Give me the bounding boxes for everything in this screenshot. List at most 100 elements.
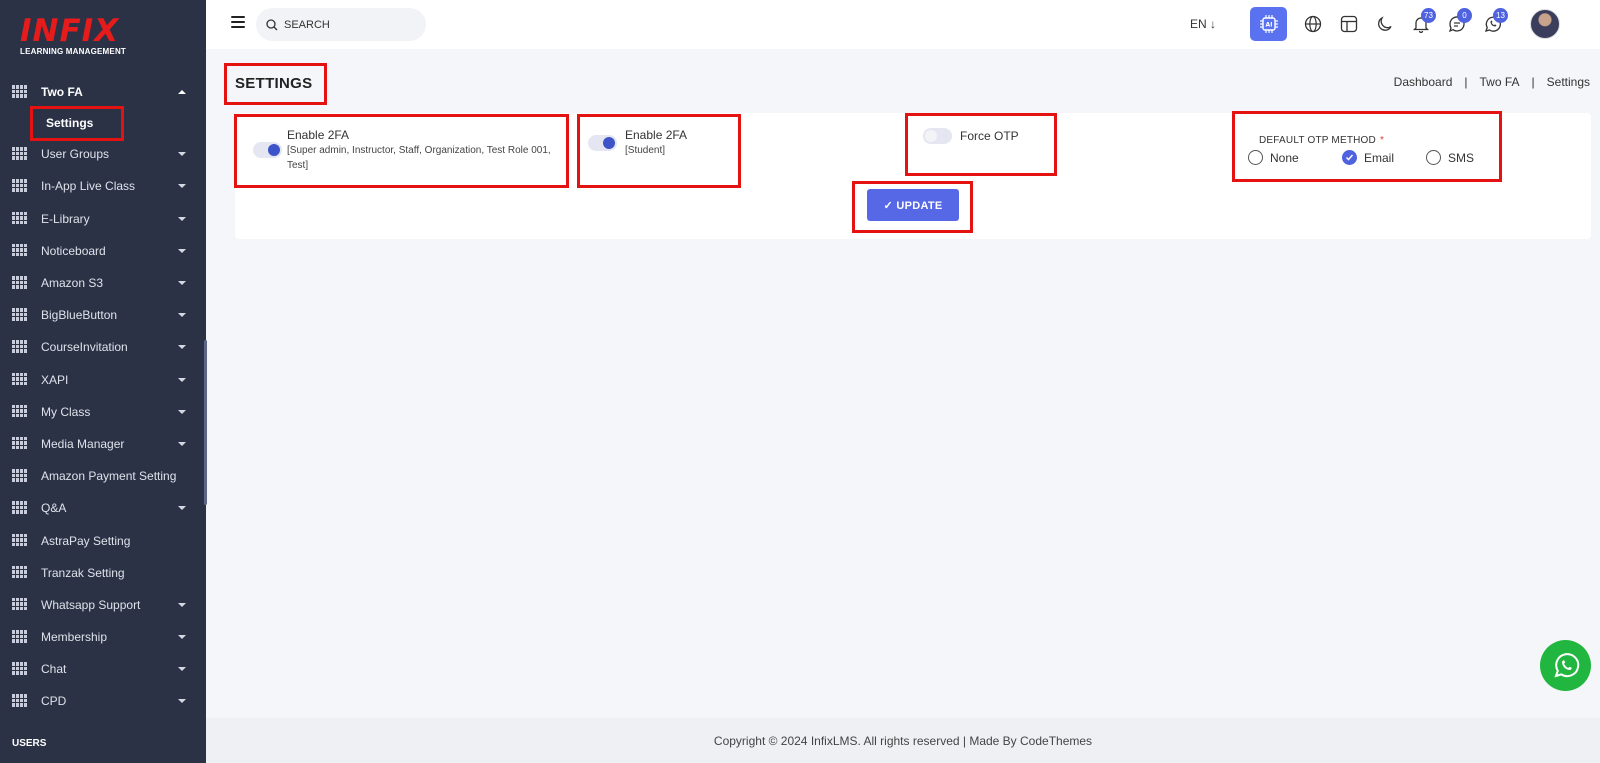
logo[interactable]: INFIX LEARNING MANAGEMENT [20,14,126,56]
sidebar-item-courseinvitation[interactable]: CourseInvitation [0,331,206,363]
chevron-down-icon [178,377,186,382]
grid-icon [12,211,28,226]
logo-text: INFIX [20,13,120,49]
chevron-down-icon [178,602,186,607]
grid-icon [12,372,28,387]
chevron-down-icon [178,345,186,350]
sidebar-item-label: BigBlueButton [41,308,118,323]
breadcrumb-separator: | [1531,75,1535,89]
sidebar-item-label: My Class [41,404,91,419]
grid-icon [12,276,28,290]
chevron-down-icon [178,506,186,511]
sidebar-item-label: CourseInvitation [41,340,128,355]
breadcrumb-dashboard[interactable]: Dashboard [1394,75,1453,89]
sidebar-item-two-fa[interactable]: Two FA [0,76,206,108]
sidebar-item-label: Q&A [41,501,67,516]
grid-icon [12,469,28,483]
sidebar-item-label: Membership [41,630,108,645]
sidebar-item-media-manager[interactable]: Media Manager [0,428,206,460]
grid-icon [12,404,28,419]
sidebar-item-chat[interactable]: Chat [0,653,206,685]
grid-icon [12,147,28,161]
annotation-box-otp-method [1232,111,1502,182]
whatsapp-icon [1553,652,1579,678]
chevron-down-icon [178,152,186,157]
grid-icon [12,630,28,644]
grid-icon [12,501,28,515]
chevron-down-icon [178,280,186,285]
chat-icon[interactable]: 0 [1446,8,1472,35]
copyright-text: Copyright © 2024 InfixLMS. All rights re… [713,733,1093,748]
sidebar-item-membership[interactable]: Membership [0,621,206,653]
sidebar-item-label: Media Manager [41,436,125,451]
grid-icon [12,436,28,451]
sidebar-item-label: Tranzak Setting [41,565,125,580]
breadcrumb-two-fa[interactable]: Two FA [1480,75,1520,89]
sidebar-item-label: XAPI [41,372,69,387]
grid-icon [12,308,28,322]
sidebar-item-amazon-payment-setting[interactable]: Amazon Payment Setting [0,460,206,492]
sidebar-item-e-library[interactable]: E-Library [0,203,206,235]
sidebar-item-user-groups[interactable]: User Groups [0,138,206,170]
sidebar-item-label: Chat [41,662,67,677]
layout-icon[interactable] [1338,13,1360,35]
whatsapp-float-button[interactable] [1540,640,1591,691]
sidebar-item-label: Two FA [41,85,83,100]
search-input[interactable] [284,18,404,31]
annotation-box-force-otp [905,113,1057,176]
sidebar-item-in-app-live-class[interactable]: In-App Live Class [0,170,206,202]
sidebar-item-cpd[interactable]: CPD [0,685,206,717]
sidebar-item-label: Noticeboard [41,243,106,258]
whatsapp-icon[interactable]: 13 [1482,8,1508,35]
chevron-down-icon [178,635,186,639]
sidebar-item-label: In-App Live Class [41,179,136,194]
grid-icon [12,565,28,580]
sidebar-item-whatsapp-support[interactable]: Whatsapp Support [0,589,206,621]
moon-icon[interactable] [1374,13,1396,35]
sidebar-item-label: AstraPay Setting [41,533,131,548]
sidebar-item-noticeboard[interactable]: Noticeboard [0,235,206,267]
breadcrumb-settings: Settings [1546,75,1590,89]
grid-icon [12,85,28,99]
messages-badge: 0 [1457,8,1472,23]
sidebar-item-list: User Groups In-App Live Class E-Library Not… [0,138,206,717]
ai-chip-icon: AI [1259,15,1278,33]
chevron-down-icon [178,409,186,414]
search-icon [266,18,278,30]
sidebar-item-my-class[interactable]: My Class [0,396,206,428]
search-box[interactable] [256,8,426,41]
chevron-up-icon [178,90,186,94]
sidebar-item-label: Whatsapp Support [41,597,141,612]
ai-button[interactable]: AI [1250,7,1287,41]
sidebar-item-tranzak-setting[interactable]: Tranzak Setting [0,557,206,589]
sidebar-item-label: CPD [41,694,67,709]
grid-icon [12,597,28,612]
globe-icon[interactable] [1302,13,1324,35]
topbar: EN ↓ AI 73 0 13 [206,0,1600,49]
sidebar-item-label: Amazon Payment Setting [41,469,177,484]
language-selector[interactable]: EN ↓ [1190,17,1216,31]
bell-icon[interactable]: 73 [1410,8,1436,35]
ai-label: AI [1265,22,1272,29]
avatar[interactable] [1530,9,1560,39]
chevron-down-icon [178,313,186,318]
chevron-down-icon [178,667,186,672]
sidebar-item-bigbluebutton[interactable]: BigBlueButton [0,299,206,331]
sidebar-menu: Two FA Settings User Groups In-App Live C… [0,76,206,718]
sidebar-item-amazon-s3[interactable]: Amazon S3 [0,267,206,299]
annotation-box-enable-2fa-staff [234,114,569,188]
sidebar-scrollbar[interactable] [204,340,207,505]
grid-icon [12,243,28,258]
grid-icon [12,179,28,193]
annotation-box-page-title [224,63,327,105]
sidebar-item-xapi[interactable]: XAPI [0,364,206,396]
annotation-box-update [852,181,973,233]
grid-icon [12,662,28,676]
sidebar-item-q-a[interactable]: Q&A [0,492,206,524]
logo-subtitle: LEARNING MANAGEMENT [20,47,127,56]
sidebar-item-astrapay-setting[interactable]: AstraPay Setting [0,524,206,556]
hamburger-menu-icon[interactable] [231,16,245,28]
grid-icon [12,533,28,548]
sidebar-item-label: E-Library [41,211,90,226]
chevron-down-icon [178,184,186,189]
